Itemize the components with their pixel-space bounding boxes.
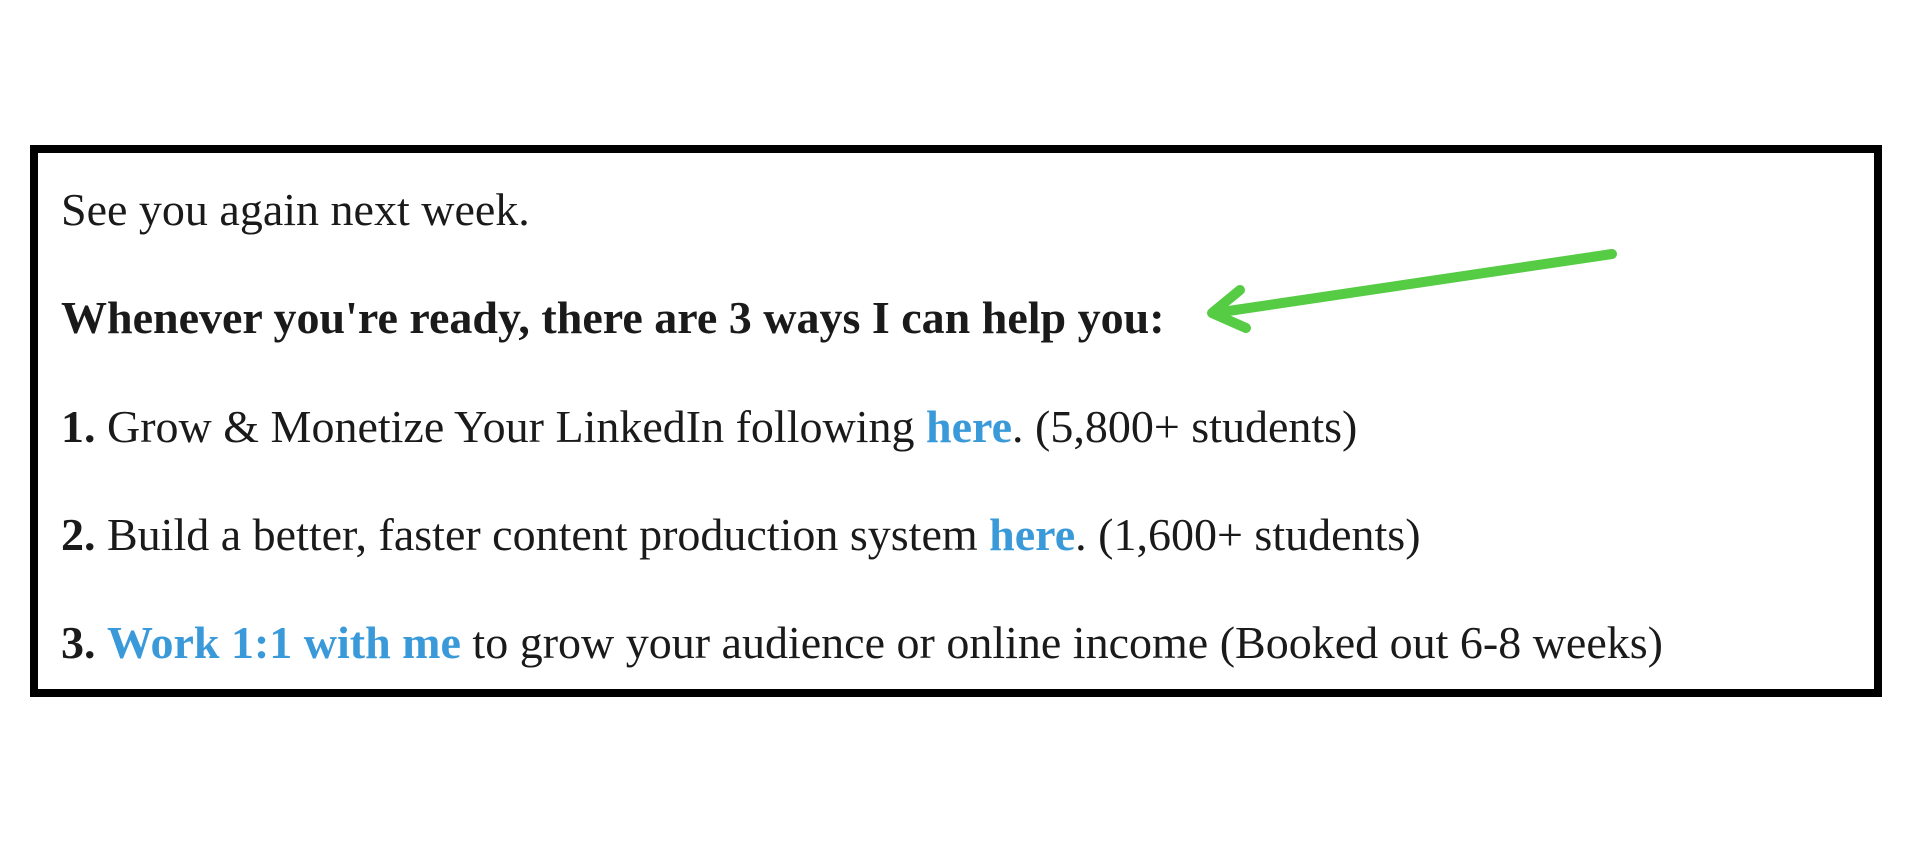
option-number: 1. <box>61 401 96 452</box>
option-suffix: . (5,800+ students) <box>1012 401 1358 452</box>
option-item-3: 3. Work 1:1 with me to grow your audienc… <box>61 620 1663 666</box>
work-with-me-link[interactable]: Work 1:1 with me <box>107 617 461 668</box>
option-number: 3. <box>61 617 96 668</box>
content-box: See you again next week. Whenever you're… <box>30 145 1882 697</box>
option-item-1: 1. Grow & Monetize Your LinkedIn followi… <box>61 404 1357 450</box>
option-number: 2. <box>61 509 96 560</box>
help-heading: Whenever you're ready, there are 3 ways … <box>61 292 1165 343</box>
option-suffix: . (1,600+ students) <box>1075 509 1421 560</box>
option-1-link[interactable]: here <box>926 401 1012 452</box>
option-suffix: to grow your audience or online income (… <box>472 617 1663 668</box>
option-text: Build a better, faster content productio… <box>107 509 978 560</box>
option-2-link[interactable]: here <box>989 509 1075 560</box>
option-text: Grow & Monetize Your LinkedIn following <box>107 401 915 452</box>
closing-line: See you again next week. <box>61 184 530 235</box>
option-item-2: 2. Build a better, faster content produc… <box>61 512 1421 558</box>
